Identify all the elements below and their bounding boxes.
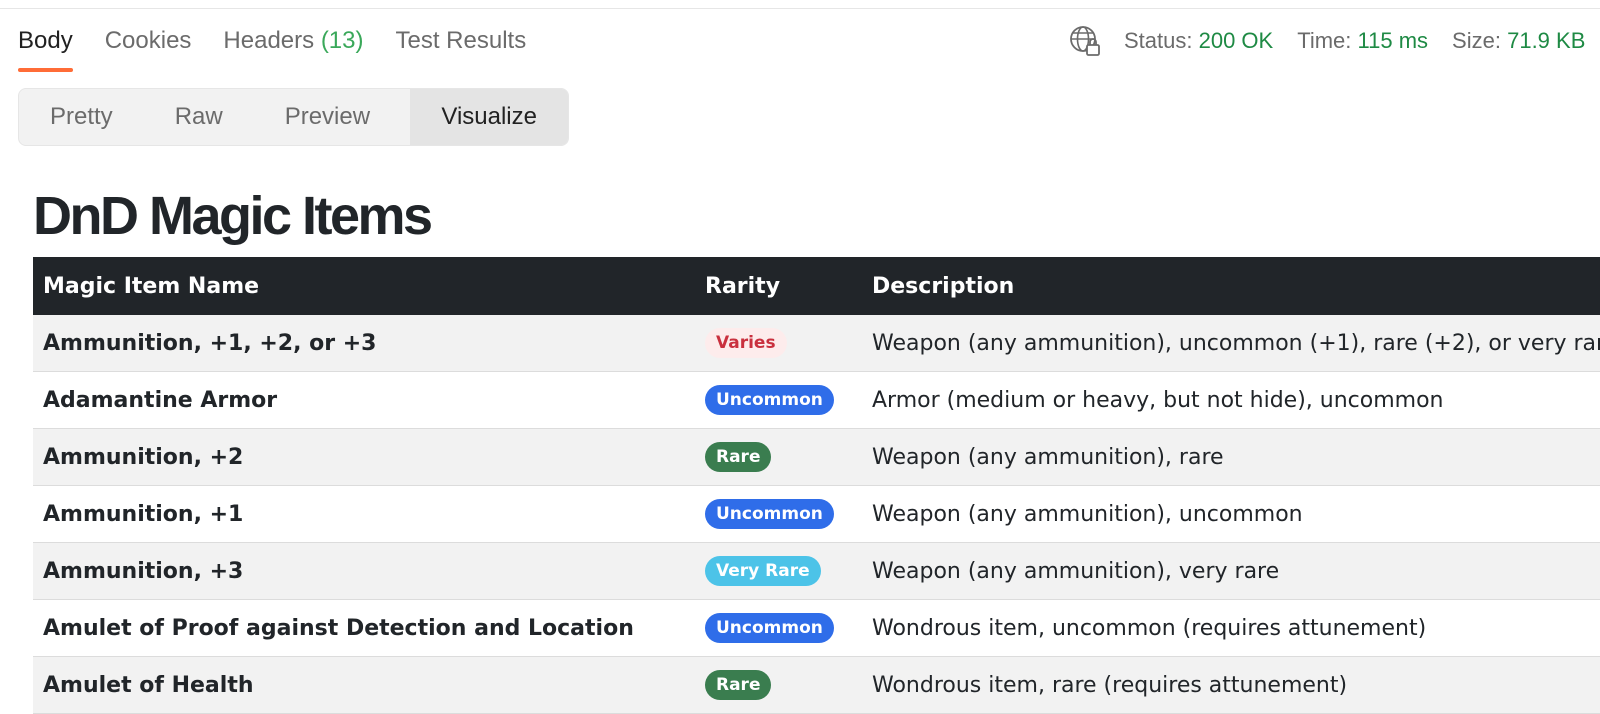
item-rarity-cell: Rare	[695, 428, 862, 486]
time-indicator[interactable]: Time: 115 ms	[1297, 24, 1428, 58]
tab-cookies[interactable]: Cookies	[105, 24, 192, 72]
body-view-mode-selector: Pretty Raw Preview Visualize	[18, 88, 569, 146]
table-row: Ammunition, +2 Rare Weapon (any ammunition…	[33, 428, 1600, 486]
view-mode-pretty[interactable]: Pretty	[19, 89, 144, 145]
item-description: Weapon (any ammunition), uncommon	[862, 485, 1600, 543]
item-name: Amulet of Health	[33, 656, 695, 714]
tab-headers-label: Headers	[223, 27, 315, 54]
rarity-badge: Rare	[705, 670, 772, 700]
column-header-description: Description	[862, 257, 1600, 315]
response-status-bar: Status: 200 OK Time: 115 ms Size: 71.9 K…	[1068, 24, 1600, 58]
table-row: Ammunition, +1, +2, or +3 Varies Weapon (a…	[33, 315, 1600, 372]
item-name: Adamantine Armor	[33, 371, 695, 429]
tab-body[interactable]: Body	[18, 24, 73, 72]
item-description: Wondrous item, uncommon (requires attune…	[862, 599, 1600, 657]
view-mode-raw[interactable]: Raw	[144, 89, 254, 145]
item-rarity-cell: Uncommon	[695, 599, 862, 657]
magic-items-table: Magic Item Name Rarity Description Ammun…	[33, 257, 1600, 714]
status-indicator[interactable]: Status: 200 OK	[1124, 24, 1273, 58]
rarity-badge: Uncommon	[705, 499, 834, 529]
item-rarity-cell: Uncommon	[695, 485, 862, 543]
top-divider	[0, 8, 1600, 9]
item-description: Wondrous item, rare (requires attunement…	[862, 656, 1600, 714]
tab-headers[interactable]: Headers (13)	[223, 24, 363, 72]
size-value: 71.9 KB	[1507, 28, 1586, 53]
time-value: 115 ms	[1357, 28, 1429, 53]
tab-test-results-label: Test Results	[395, 27, 527, 54]
tab-cookies-label: Cookies	[104, 27, 192, 54]
item-description: Weapon (any ammunition), uncommon (+1), …	[862, 315, 1600, 372]
view-mode-preview[interactable]: Preview	[254, 89, 401, 145]
time-label: Time:	[1297, 28, 1352, 53]
table-row: Amulet of Proof against Detection and Lo…	[33, 599, 1600, 657]
table-header-row: Magic Item Name Rarity Description	[33, 257, 1600, 315]
rarity-badge: Very Rare	[705, 556, 821, 586]
status-value: 200 OK	[1198, 28, 1274, 53]
rarity-badge: Varies	[705, 328, 787, 358]
column-header-rarity: Rarity	[695, 257, 862, 315]
rarity-badge: Uncommon	[705, 613, 834, 643]
headers-count: (13)	[320, 27, 364, 54]
table-row: Ammunition, +3 Very Rare Weapon (any ammun…	[33, 542, 1600, 600]
status-label: Status:	[1124, 28, 1193, 53]
item-rarity-cell: Uncommon	[695, 371, 862, 429]
rarity-badge: Uncommon	[705, 385, 834, 415]
visualization-title: DnD Magic Items	[33, 186, 433, 246]
rarity-badge: Rare	[705, 442, 772, 472]
item-rarity-cell: Very Rare	[695, 542, 862, 600]
item-name: Ammunition, +1, +2, or +3	[33, 315, 695, 372]
globe-lock-icon[interactable]	[1068, 24, 1102, 58]
item-description: Weapon (any ammunition), rare	[862, 428, 1600, 486]
item-description: Armor (medium or heavy, but not hide), u…	[862, 371, 1600, 429]
item-name: Ammunition, +1	[33, 485, 695, 543]
view-mode-visualize[interactable]: Visualize	[410, 89, 568, 145]
item-name: Ammunition, +3	[33, 542, 695, 600]
item-rarity-cell: Varies	[695, 315, 862, 372]
item-name: Amulet of Proof against Detection and Lo…	[33, 599, 695, 657]
response-tabs: Body Cookies Headers (13) Test Results	[18, 24, 558, 72]
item-rarity-cell: Rare	[695, 656, 862, 714]
item-description: Weapon (any ammunition), very rare	[862, 542, 1600, 600]
column-header-name: Magic Item Name	[33, 257, 695, 315]
size-indicator[interactable]: Size: 71.9 KB	[1452, 24, 1585, 58]
tab-test-results[interactable]: Test Results	[396, 24, 527, 72]
tab-body-label: Body	[18, 27, 73, 54]
table-row: Amulet of Health Rare Wondrous item, rare …	[33, 656, 1600, 714]
table-row: Adamantine Armor Uncommon Armor (medium or…	[33, 371, 1600, 429]
size-label: Size:	[1452, 28, 1501, 53]
item-name: Ammunition, +2	[33, 428, 695, 486]
table-row: Ammunition, +1 Uncommon Weapon (any ammuni…	[33, 485, 1600, 543]
